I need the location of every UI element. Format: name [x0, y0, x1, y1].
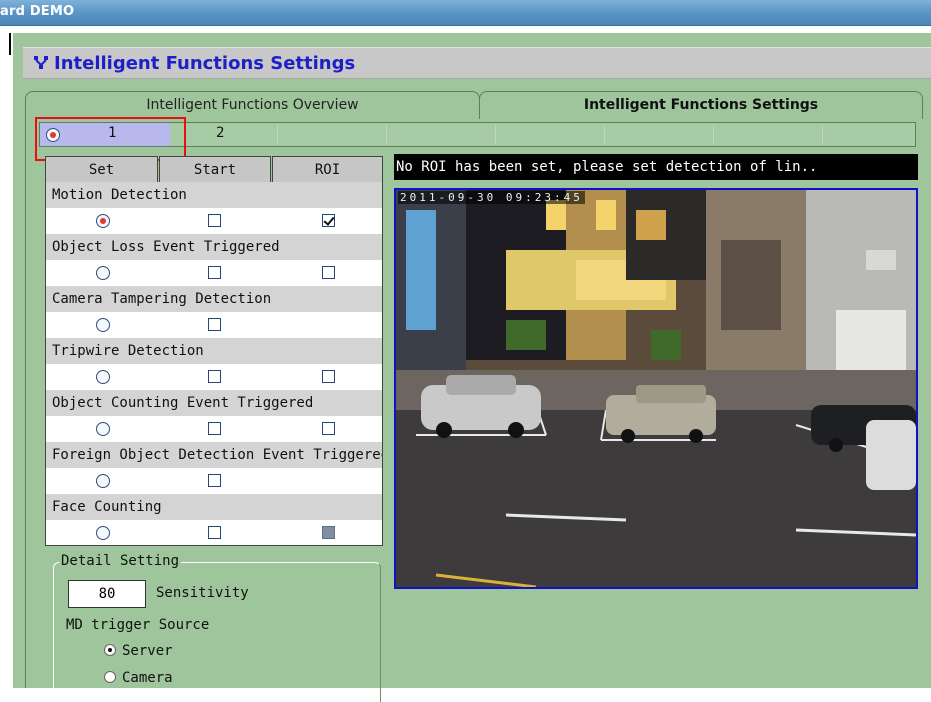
video-timestamp: 2011-09-30 09:23:45 — [398, 191, 585, 204]
roi-checkbox-disabled — [322, 526, 335, 539]
header-set: Set — [45, 156, 158, 182]
channel-divider — [713, 125, 714, 144]
roi-checkbox[interactable] — [322, 214, 335, 227]
camera-label: Camera — [122, 670, 173, 686]
detail-setting-legend: Detail Setting — [59, 553, 182, 569]
start-checkbox[interactable] — [208, 474, 221, 487]
roi-status-message: No ROI has been set, please set detectio… — [394, 154, 918, 180]
page-heading-bar: Intelligent Functions Settings — [23, 47, 931, 79]
set-radio[interactable] — [96, 422, 110, 436]
set-radio[interactable] — [96, 318, 110, 332]
channel-divider — [495, 125, 496, 144]
channel-divider — [277, 125, 278, 144]
sensitivity-input[interactable]: 80 — [68, 580, 146, 608]
tab-overview[interactable]: Intelligent Functions Overview — [25, 91, 480, 119]
set-radio[interactable] — [96, 474, 110, 488]
function-controls-foreign-object — [45, 468, 383, 494]
set-radio[interactable] — [96, 214, 110, 228]
start-checkbox[interactable] — [208, 370, 221, 383]
grid-header: Set Start ROI — [45, 156, 383, 182]
server-label: Server — [122, 643, 173, 659]
start-checkbox[interactable] — [208, 422, 221, 435]
channel-divider — [604, 125, 605, 144]
function-label-camera-tampering: Camera Tampering Detection — [45, 286, 383, 312]
set-radio[interactable] — [96, 526, 110, 540]
server-radio[interactable] — [104, 644, 116, 656]
settings-tree-icon — [34, 56, 48, 69]
roi-checkbox[interactable] — [322, 370, 335, 383]
channel-highlight-box — [35, 117, 186, 161]
function-controls-object-loss — [45, 260, 383, 286]
start-checkbox[interactable] — [208, 266, 221, 279]
sensitivity-label: Sensitivity — [156, 585, 249, 601]
camera-radio[interactable] — [104, 671, 116, 683]
function-controls-face-counting — [45, 520, 383, 546]
function-controls-motion-detection — [45, 208, 383, 234]
function-controls-camera-tampering — [45, 312, 383, 338]
video-frame-image — [396, 190, 916, 587]
function-controls-tripwire — [45, 364, 383, 390]
trigger-option-server[interactable]: Server — [104, 643, 173, 659]
function-label-face-counting: Face Counting — [45, 494, 383, 520]
header-start: Start — [159, 156, 271, 182]
channel-divider — [386, 125, 387, 144]
window-title-bar: ard DEMO — [0, 0, 931, 26]
channel-divider — [822, 125, 823, 144]
md-trigger-source-label: MD trigger Source — [66, 617, 210, 633]
function-label-foreign-object: Foreign Object Detection Event Triggered — [45, 442, 383, 468]
tab-settings[interactable]: Intelligent Functions Settings — [479, 91, 923, 119]
page-title: Intelligent Functions Settings — [54, 53, 356, 74]
function-label-tripwire: Tripwire Detection — [45, 338, 383, 364]
function-controls-object-counting — [45, 416, 383, 442]
function-label-motion-detection: Motion Detection — [45, 182, 383, 208]
roi-checkbox[interactable] — [322, 422, 335, 435]
function-label-object-loss: Object Loss Event Triggered — [45, 234, 383, 260]
start-checkbox[interactable] — [208, 318, 221, 331]
function-label-object-counting: Object Counting Event Triggered — [45, 390, 383, 416]
window-edge — [9, 33, 11, 55]
function-grid: Set Start ROI Motion Detection Object Lo… — [45, 156, 383, 546]
header-roi: ROI — [272, 156, 383, 182]
start-checkbox[interactable] — [208, 214, 221, 227]
set-radio[interactable] — [96, 370, 110, 384]
roi-checkbox[interactable] — [322, 266, 335, 279]
window-title: ard DEMO — [0, 4, 75, 19]
start-checkbox[interactable] — [208, 526, 221, 539]
camera-video-feed[interactable]: 2011-09-30 09:23:45 — [394, 188, 918, 589]
channel-2-button[interactable]: 2 — [216, 125, 224, 141]
set-radio[interactable] — [96, 266, 110, 280]
trigger-option-camera[interactable]: Camera — [104, 670, 173, 686]
